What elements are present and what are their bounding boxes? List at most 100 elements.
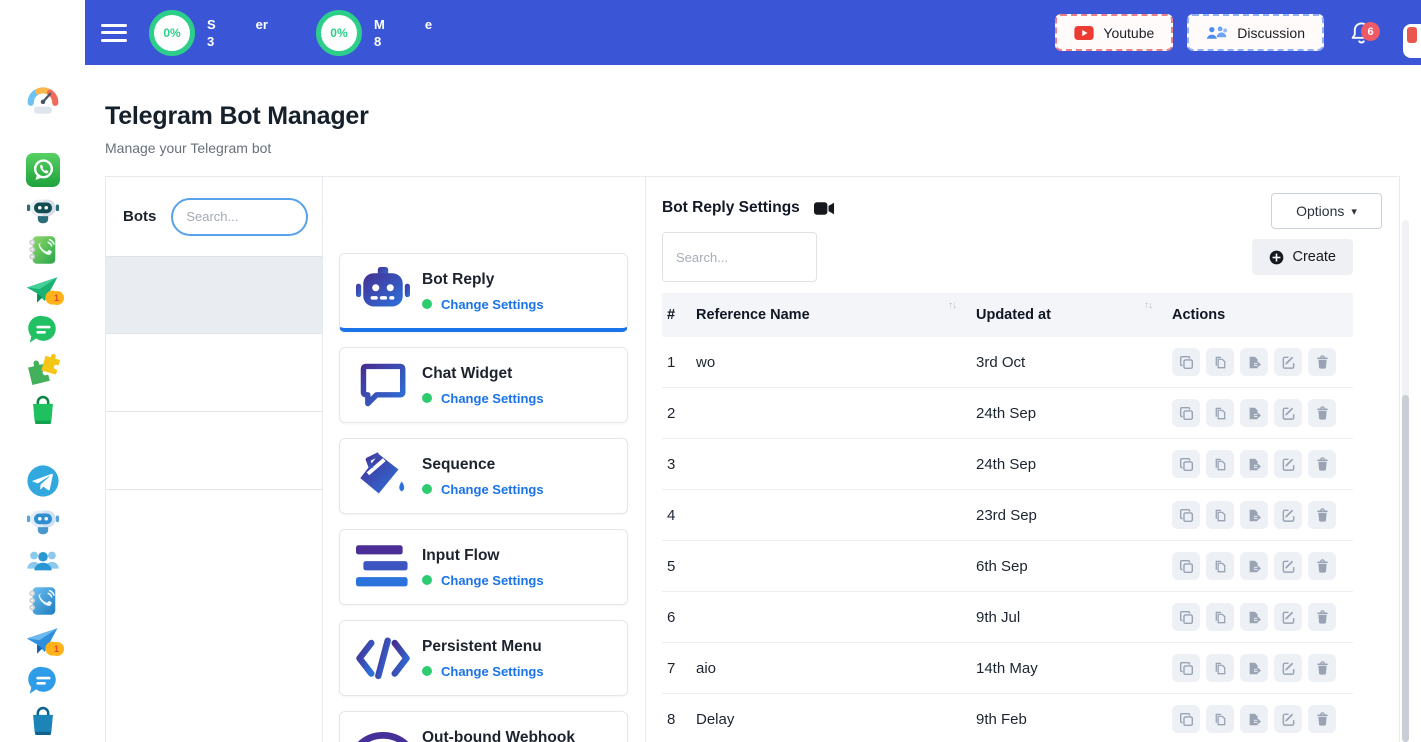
column-updated-at[interactable]: Updated at ↑↓ bbox=[976, 307, 1172, 323]
delete-action-button[interactable] bbox=[1308, 501, 1336, 529]
table-row: 1wo3rd Oct bbox=[662, 337, 1353, 388]
delete-action-button[interactable] bbox=[1308, 399, 1336, 427]
sort-icon[interactable]: ↑↓ bbox=[948, 300, 956, 311]
whatsapp-contacts-icon[interactable] bbox=[26, 233, 60, 267]
export-action-button[interactable] bbox=[1240, 654, 1268, 682]
edit-action-button[interactable] bbox=[1274, 552, 1302, 580]
export-action-button[interactable] bbox=[1240, 552, 1268, 580]
integrations-icon[interactable] bbox=[26, 353, 60, 387]
whatsapp-bot-icon[interactable] bbox=[26, 193, 60, 227]
edit-action-button[interactable] bbox=[1274, 450, 1302, 478]
edit-action-button[interactable] bbox=[1274, 348, 1302, 376]
column-number[interactable]: # bbox=[662, 307, 696, 323]
dashboard-gauge-icon[interactable] bbox=[26, 83, 60, 117]
export-action-button[interactable] bbox=[1240, 501, 1268, 529]
telegram-bot-icon[interactable] bbox=[26, 504, 60, 538]
row-actions bbox=[1172, 399, 1353, 427]
sort-icon[interactable]: ↑↓ bbox=[1144, 300, 1152, 311]
duplicate-action-button[interactable] bbox=[1206, 450, 1234, 478]
chevron-down-icon: ▾ bbox=[1351, 205, 1357, 218]
status-dot-icon bbox=[422, 393, 432, 403]
bot-reply-table: # Reference Name ↑↓ Updated at ↑↓ Action… bbox=[662, 293, 1353, 742]
settings-card-bot-reply[interactable]: Bot ReplyChange Settings bbox=[339, 253, 628, 332]
settings-card-sequence[interactable]: SequenceChange Settings bbox=[339, 438, 628, 514]
duplicate-icon bbox=[1213, 559, 1228, 574]
sequence-icon bbox=[354, 451, 412, 501]
avatar[interactable] bbox=[1403, 24, 1421, 58]
copy-action-button[interactable] bbox=[1172, 348, 1200, 376]
telegram-broadcast-icon[interactable]: 11 bbox=[26, 624, 60, 658]
create-button[interactable]: Create bbox=[1252, 239, 1353, 275]
delete-action-button[interactable] bbox=[1308, 552, 1336, 580]
delete-action-button[interactable] bbox=[1308, 603, 1336, 631]
duplicate-action-button[interactable] bbox=[1206, 399, 1234, 427]
whatsapp-broadcast-icon[interactable]: 11 bbox=[26, 273, 60, 307]
video-camera-icon[interactable] bbox=[814, 201, 835, 216]
bots-search-input[interactable] bbox=[171, 198, 308, 236]
unread-count-badge: 1 bbox=[50, 642, 64, 656]
telegram-icon[interactable] bbox=[26, 464, 60, 498]
copy-action-button[interactable] bbox=[1172, 552, 1200, 580]
edit-action-button[interactable] bbox=[1274, 399, 1302, 427]
change-settings-link[interactable]: Change Settings bbox=[441, 573, 544, 588]
telegram-livechat-icon[interactable] bbox=[26, 664, 60, 698]
youtube-button[interactable]: Youtube bbox=[1055, 14, 1173, 51]
whatsapp-livechat-icon[interactable] bbox=[26, 313, 60, 347]
delete-action-button[interactable] bbox=[1308, 348, 1336, 376]
column-reference-name[interactable]: Reference Name ↑↓ bbox=[696, 307, 976, 323]
copy-action-button[interactable] bbox=[1172, 603, 1200, 631]
duplicate-action-button[interactable] bbox=[1206, 552, 1234, 580]
export-action-button[interactable] bbox=[1240, 348, 1268, 376]
usage-stats: 0%Ser30%Me8 bbox=[149, 10, 432, 56]
copy-action-button[interactable] bbox=[1172, 654, 1200, 682]
copy-action-button[interactable] bbox=[1172, 501, 1200, 529]
duplicate-action-button[interactable] bbox=[1206, 348, 1234, 376]
options-dropdown-button[interactable]: Options ▾ bbox=[1271, 193, 1382, 229]
duplicate-action-button[interactable] bbox=[1206, 654, 1234, 682]
change-settings-link[interactable]: Change Settings bbox=[441, 482, 544, 497]
settings-card-chat-widget[interactable]: Chat WidgetChange Settings bbox=[339, 347, 628, 423]
top-navbar: 0%Ser30%Me8 Youtube Discussion 6 bbox=[85, 0, 1421, 65]
export-action-button[interactable] bbox=[1240, 399, 1268, 427]
duplicate-action-button[interactable] bbox=[1206, 705, 1234, 733]
delete-action-button[interactable] bbox=[1308, 705, 1336, 733]
edit-action-button[interactable] bbox=[1274, 705, 1302, 733]
settings-card-input-flow[interactable]: Input FlowChange Settings bbox=[339, 529, 628, 605]
hamburger-menu-icon[interactable] bbox=[101, 19, 127, 46]
edit-action-button[interactable] bbox=[1274, 654, 1302, 682]
bot-list-item[interactable] bbox=[106, 256, 322, 334]
bot-list-item[interactable] bbox=[106, 412, 322, 490]
notifications-button[interactable]: 6 bbox=[1350, 20, 1373, 45]
edit-icon bbox=[1281, 508, 1296, 523]
app-window: 1111 0%Ser30%Me8 Youtube Discussion 6 Te… bbox=[0, 0, 1421, 742]
whatsapp-store-icon[interactable] bbox=[26, 393, 60, 427]
copy-action-button[interactable] bbox=[1172, 705, 1200, 733]
export-action-button[interactable] bbox=[1240, 705, 1268, 733]
whatsapp-icon[interactable] bbox=[26, 153, 60, 187]
edit-action-button[interactable] bbox=[1274, 603, 1302, 631]
delete-action-button[interactable] bbox=[1308, 450, 1336, 478]
copy-action-button[interactable] bbox=[1172, 399, 1200, 427]
discussion-button[interactable]: Discussion bbox=[1187, 14, 1324, 51]
duplicate-action-button[interactable] bbox=[1206, 603, 1234, 631]
row-number: 1 bbox=[662, 354, 696, 371]
scrollbar-thumb[interactable] bbox=[1402, 395, 1409, 742]
change-settings-link[interactable]: Change Settings bbox=[441, 391, 544, 406]
duplicate-action-button[interactable] bbox=[1206, 501, 1234, 529]
edit-action-button[interactable] bbox=[1274, 501, 1302, 529]
change-settings-link[interactable]: Change Settings bbox=[441, 297, 544, 312]
export-action-button[interactable] bbox=[1240, 450, 1268, 478]
telegram-group-icon[interactable] bbox=[26, 544, 60, 578]
settings-card-out-bound-webhook[interactable]: Out-bound WebhookChange Settings bbox=[339, 711, 628, 742]
export-action-button[interactable] bbox=[1240, 603, 1268, 631]
reply-search-input[interactable] bbox=[662, 232, 817, 282]
copy-icon bbox=[1179, 661, 1194, 676]
copy-action-button[interactable] bbox=[1172, 450, 1200, 478]
settings-card-persistent-menu[interactable]: Persistent MenuChange Settings bbox=[339, 620, 628, 696]
telegram-contacts-icon[interactable] bbox=[26, 584, 60, 618]
delete-action-button[interactable] bbox=[1308, 654, 1336, 682]
bot-list-item[interactable] bbox=[106, 334, 322, 412]
change-settings-link[interactable]: Change Settings bbox=[441, 664, 544, 679]
telegram-store-icon[interactable] bbox=[26, 704, 60, 738]
bot-reply-icon bbox=[354, 266, 412, 316]
